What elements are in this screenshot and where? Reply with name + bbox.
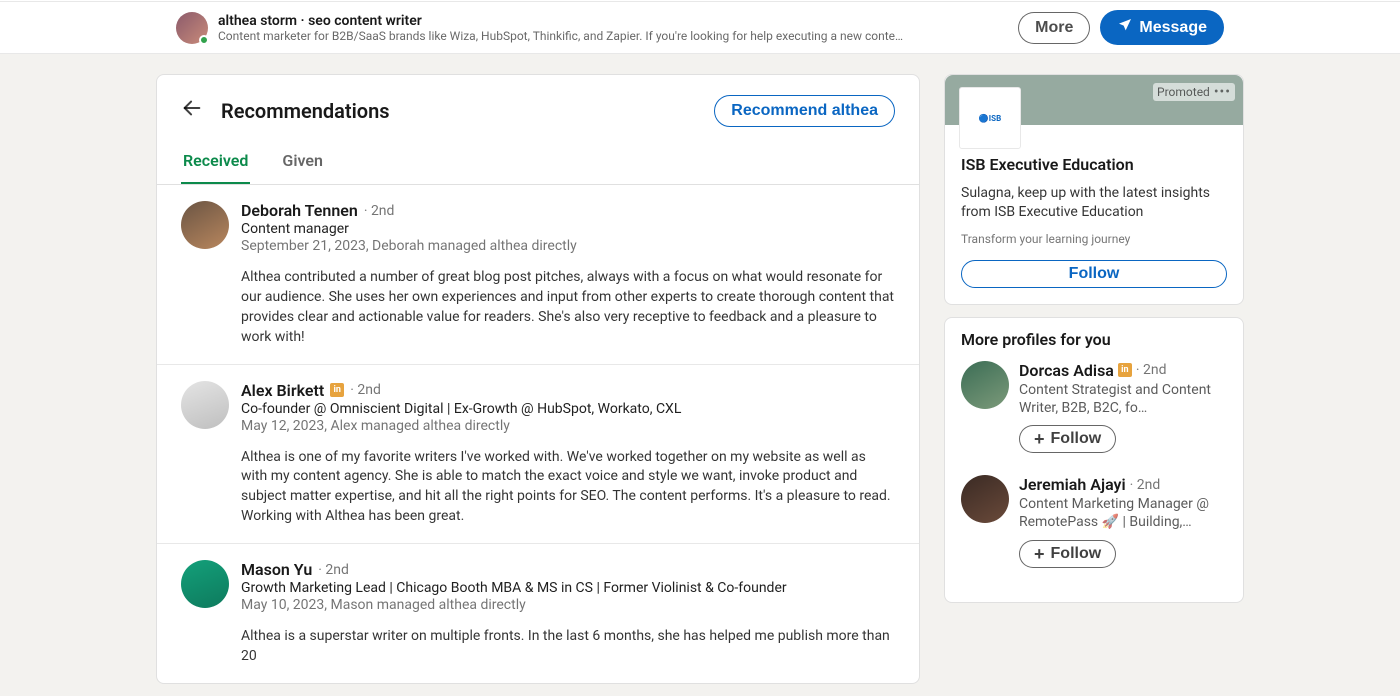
avatar[interactable] [181,381,229,429]
tab-given[interactable]: Given [280,141,325,184]
promoted-text: Sulagna, keep up with the latest insight… [961,184,1227,222]
promoted-title[interactable]: ISB Executive Education [961,155,1227,174]
premium-badge-icon: in [330,383,344,397]
recommender-role: Co-founder @ Omniscient Digital | Ex-Gro… [241,401,895,417]
recommendation-date: May 10, 2023, Mason managed althea direc… [241,597,895,613]
premium-badge-icon: in [1118,363,1132,377]
promoted-logo[interactable]: 🔵 ISB [959,87,1021,149]
suggestion-name[interactable]: Jeremiah Ajayi [1019,475,1126,494]
promoted-subtext: Transform your learning journey [961,232,1227,246]
more-profiles-card: More profiles for you Dorcas Adisa in · … [944,317,1244,603]
tab-received[interactable]: Received [181,141,250,184]
avatar[interactable] [181,560,229,608]
suggestion-name[interactable]: Dorcas Adisa [1019,361,1114,380]
avatar[interactable] [961,361,1009,409]
recommendation-date: May 12, 2023, Alex managed althea direct… [241,418,895,434]
recommendation-date: September 21, 2023, Deborah managed alth… [241,238,895,254]
profile-headline: Content marketer for B2B/SaaS brands lik… [218,29,1008,43]
message-button-label: Message [1139,19,1207,37]
avatar[interactable] [176,12,208,44]
plus-icon: + [1034,547,1045,561]
tabs: Received Given [157,141,919,185]
more-button[interactable]: More [1018,12,1090,44]
profile-suggestion: Jeremiah Ajayi · 2nd Content Marketing M… [961,475,1227,567]
recommendation-text: Althea is one of my favorite writers I'v… [241,448,895,528]
recommend-button[interactable]: Recommend althea [714,95,895,127]
recommendations-card: Recommendations Recommend althea Receive… [156,74,920,684]
recommendation-item: Mason Yu · 2nd Growth Marketing Lead | C… [157,544,919,683]
recommender-role: Growth Marketing Lead | Chicago Booth MB… [241,580,895,596]
recommendation-item: Deborah Tennen · 2nd Content manager Sep… [157,185,919,365]
recommendation-text: Althea is a superstar writer on multiple… [241,627,895,667]
section-title: Recommendations [221,99,696,123]
avatar[interactable] [961,475,1009,523]
presence-indicator [199,35,209,45]
recommendation-list: Deborah Tennen · 2nd Content manager Sep… [157,185,919,683]
connection-degree: · 2nd [350,382,381,398]
recommendation-item: Alex Birkett in · 2nd Co-founder @ Omnis… [157,365,919,545]
connection-degree: · 2nd [1130,477,1161,493]
follow-label: Follow [1051,430,1102,448]
profile-sticky-bar: althea storm · seo content writer Conten… [0,2,1400,54]
kebab-icon[interactable]: ••• [1214,84,1231,100]
follow-button[interactable]: + Follow [1019,540,1116,568]
more-profiles-heading: More profiles for you [961,330,1227,349]
recommender-role: Content manager [241,221,895,237]
promoted-label: Promoted ••• [1153,83,1235,101]
send-icon [1117,17,1133,38]
message-button[interactable]: Message [1100,10,1224,45]
recommender-name[interactable]: Mason Yu [241,560,312,579]
recommender-name[interactable]: Deborah Tennen [241,201,358,220]
connection-degree: · 2nd [364,203,395,219]
connection-degree: · 2nd [318,562,349,578]
promoted-card: Promoted ••• 🔵 ISB ISB Executive Educati… [944,74,1244,305]
suggestion-headline: Content Marketing Manager @ RemotePass 🚀… [1019,495,1227,531]
follow-button[interactable]: + Follow [1019,425,1116,453]
recommendation-text: Althea contributed a number of great blo… [241,268,895,348]
profile-name-line[interactable]: althea storm · seo content writer [218,13,1008,29]
profile-suggestion: Dorcas Adisa in · 2nd Content Strategist… [961,361,1227,453]
promoted-hero: Promoted ••• 🔵 ISB [945,75,1243,125]
recommender-name[interactable]: Alex Birkett [241,381,324,400]
plus-icon: + [1034,432,1045,446]
avatar[interactable] [181,201,229,249]
follow-label: Follow [1051,545,1102,563]
back-arrow-icon[interactable] [181,97,203,125]
connection-degree: · 2nd [1136,362,1167,378]
suggestion-headline: Content Strategist and Content Writer, B… [1019,381,1227,417]
follow-button[interactable]: Follow [961,260,1227,288]
